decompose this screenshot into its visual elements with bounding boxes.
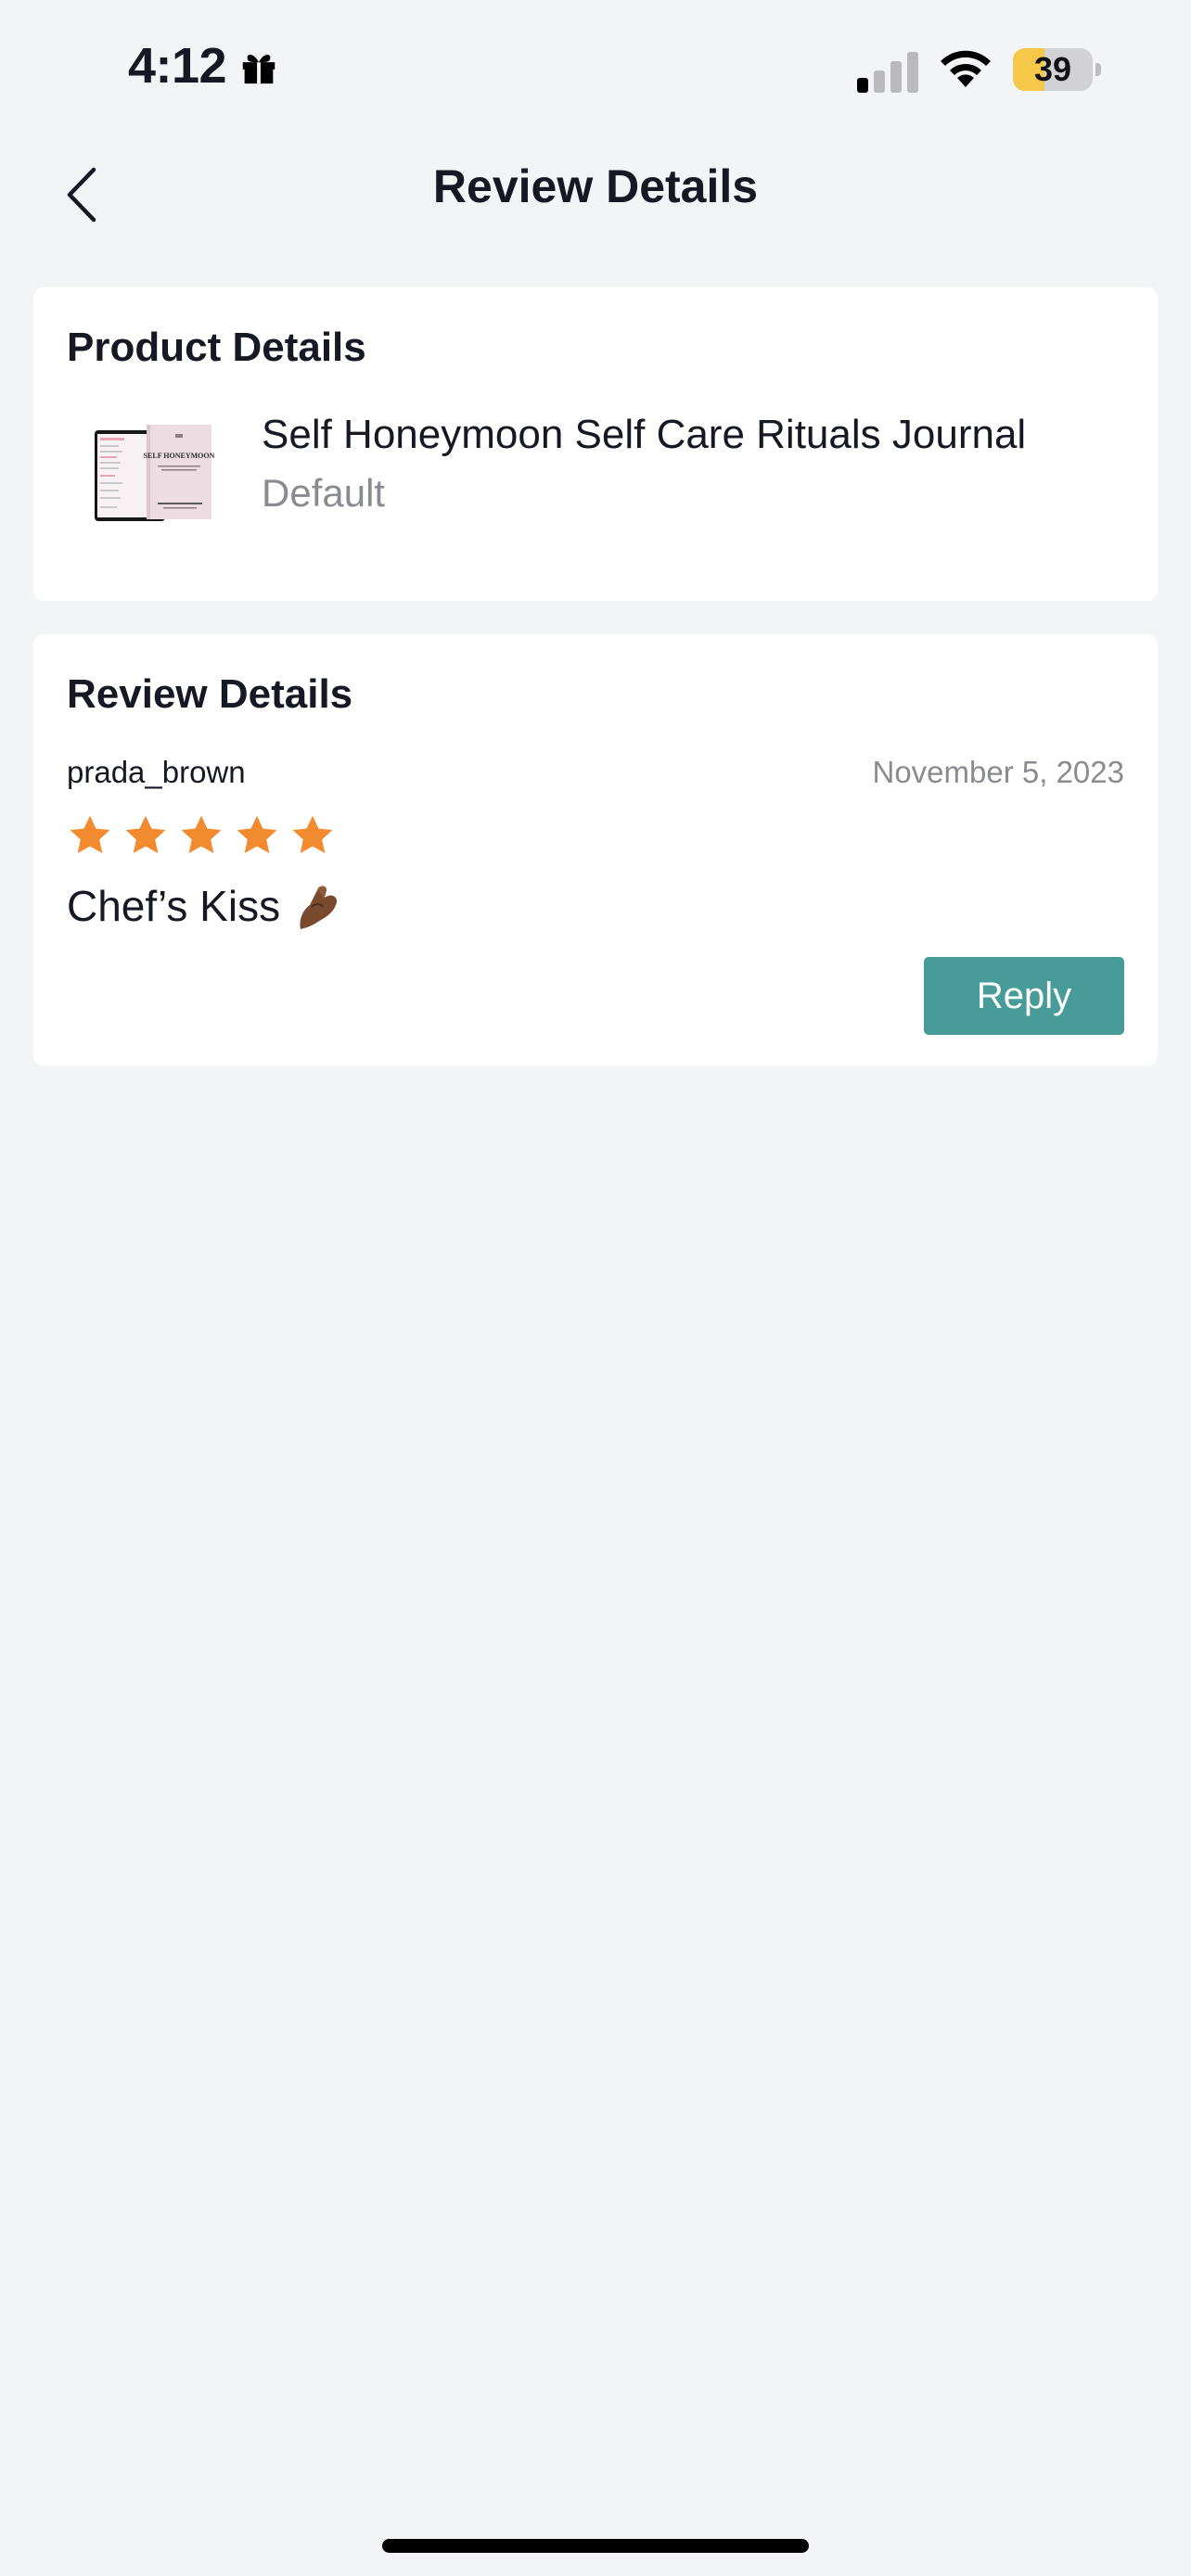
battery-icon: 39 bbox=[1013, 48, 1102, 91]
battery-body: 39 bbox=[1013, 48, 1093, 91]
battery-cap bbox=[1095, 63, 1101, 76]
star-rating bbox=[67, 812, 336, 859]
gift-icon bbox=[242, 55, 275, 84]
star-icon bbox=[181, 815, 222, 854]
star-icon bbox=[70, 815, 110, 854]
reviewer-username: prada_brown bbox=[67, 755, 246, 789]
product-variant: Default bbox=[262, 471, 386, 515]
page-title: Review Details bbox=[432, 160, 759, 212]
battery-level: 39 bbox=[1033, 50, 1072, 88]
product-thumbnail[interactable]: SELF HONEYMOON bbox=[87, 417, 219, 527]
status-time: 4:12 bbox=[128, 38, 227, 94]
product-details-heading: Product Details bbox=[67, 325, 366, 370]
star-icon bbox=[125, 815, 166, 854]
star-icon bbox=[237, 815, 277, 854]
review-date: November 5, 2023 bbox=[872, 755, 1125, 789]
product-details-card: Product Details SELF HONEYMOON Self Hone… bbox=[33, 287, 1158, 601]
review-details-screen: 4:12 39 Review Details Product Details S… bbox=[0, 0, 1191, 2576]
status-time-group: 4:12 bbox=[128, 37, 280, 95]
review-details-heading: Review Details bbox=[67, 671, 353, 717]
star-icon bbox=[292, 815, 333, 854]
nav-bar: Review Details bbox=[0, 139, 1191, 250]
pinched-fingers-icon bbox=[300, 886, 338, 929]
home-indicator[interactable] bbox=[382, 2539, 809, 2553]
status-bar: 4:12 39 bbox=[0, 0, 1191, 139]
reply-button[interactable]: Reply bbox=[924, 957, 1124, 1035]
review-details-card: Review Details prada_brown November 5, 2… bbox=[33, 634, 1158, 1066]
cellular-signal-icon bbox=[857, 52, 918, 93]
review-text: Chef’s Kiss bbox=[67, 882, 281, 930]
thumbnail-cover-title: SELF HONEYMOON bbox=[144, 452, 215, 460]
review-text-row: Chef’s Kiss bbox=[67, 879, 345, 933]
wifi-icon bbox=[941, 50, 991, 87]
product-name[interactable]: Self Honeymoon Self Care Rituals Journal bbox=[262, 412, 1026, 458]
